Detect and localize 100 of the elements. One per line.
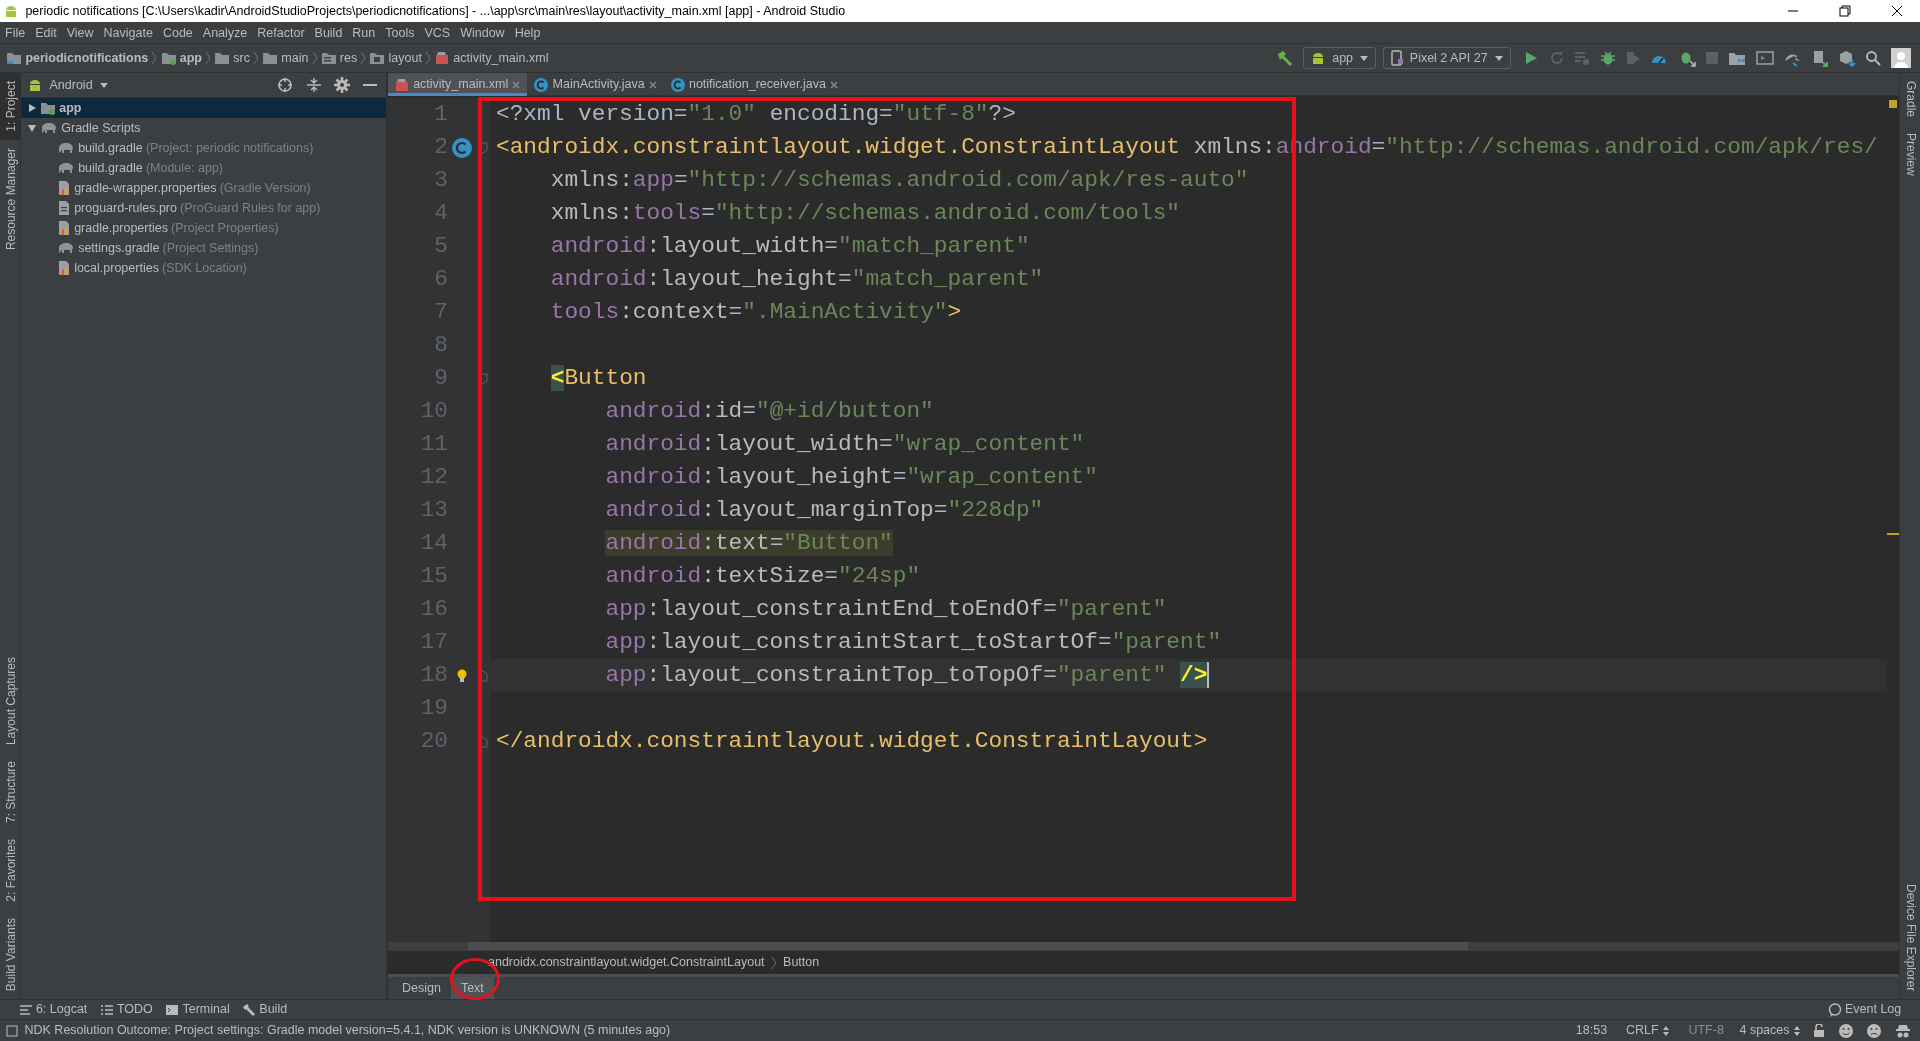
code-line: app:layout_constraintTop_toTopOf="parent" />	[605, 662, 1208, 688]
collapse-arrow-icon[interactable]	[27, 123, 37, 133]
menu-item[interactable]: Navigate	[98, 22, 158, 43]
tree-item-label: build.gradle	[78, 140, 143, 157]
breadcrumb-item[interactable]: Button	[783, 953, 820, 972]
encoding-selector[interactable]: UTF-8	[1688, 1021, 1724, 1040]
tool-window-tab[interactable]: Preview	[1900, 125, 1920, 184]
hide-icon[interactable]	[362, 83, 377, 87]
warning-marker[interactable]	[1889, 100, 1897, 108]
tree-item[interactable]: build.gradle (Module: app)	[21, 158, 386, 178]
avatar-icon[interactable]	[1890, 48, 1911, 68]
folder-icon[interactable]	[1728, 50, 1747, 66]
tree-item-label: gradle-wrapper.properties	[74, 180, 217, 197]
breadcrumb-item[interactable]: app	[179, 48, 202, 68]
tree-item-label: app	[59, 100, 82, 117]
chevron-icon	[770, 955, 777, 970]
tree-item-hint: (Gradle Version)	[219, 180, 311, 197]
code-line: <Button	[550, 365, 647, 391]
tree-item-hint: (Module: app)	[145, 160, 223, 177]
close-icon[interactable]	[1891, 5, 1903, 17]
hammer-icon	[242, 1002, 257, 1017]
tool-window-tab[interactable]: 7: Structure	[0, 753, 21, 832]
device-dropdown[interactable]: Pixel 2 API 27	[1382, 47, 1511, 69]
tree-item[interactable]: gradle-wrapper.properties (Gradle Version)	[21, 178, 386, 198]
tool-window-tab[interactable]: Gradle	[1900, 73, 1920, 126]
chevron-icon	[311, 51, 318, 65]
expand-arrow-icon[interactable]	[27, 103, 37, 113]
indent-selector[interactable]: 4 spaces	[1739, 1021, 1801, 1040]
menu-item[interactable]: View	[61, 22, 99, 43]
editor-tab[interactable]: MainActivity.java	[527, 73, 664, 96]
list-icon	[99, 1003, 114, 1016]
menu-item[interactable]: VCS	[419, 22, 456, 43]
editor-tab[interactable]: activity_main.xml	[388, 73, 528, 96]
tool-window-tab[interactable]: 2: Favorites	[0, 831, 21, 910]
tool-window-tab[interactable]: Build	[242, 1000, 288, 1019]
package-icon[interactable]	[1837, 49, 1856, 67]
tree-item[interactable]: app	[21, 98, 386, 118]
menu-item[interactable]: Edit	[30, 22, 62, 43]
square-icon[interactable]	[6, 1024, 19, 1037]
menu-item[interactable]: Analyze	[197, 22, 253, 43]
menu-item[interactable]: Tools	[380, 22, 420, 43]
highlight-marker[interactable]	[1887, 533, 1899, 535]
folder-icon	[262, 51, 279, 65]
inspector-icon[interactable]	[1894, 1022, 1911, 1039]
text-cursor	[1207, 662, 1210, 688]
line-separator-selector[interactable]: CRLF	[1625, 1021, 1670, 1040]
tree-item[interactable]: proguard-rules.pro (ProGuard Rules for app)	[21, 198, 386, 218]
restore-icon[interactable]	[1838, 5, 1851, 17]
folder-icon	[6, 51, 23, 65]
tool-window-tab[interactable]: TODO	[99, 1000, 153, 1019]
locate-icon[interactable]	[277, 77, 294, 93]
class-icon[interactable]	[451, 136, 473, 159]
tool-window-tab[interactable]: 1: Project	[0, 73, 21, 140]
hammer-icon[interactable]	[1275, 49, 1294, 67]
tool-window-tab[interactable]: Resource Manager	[0, 139, 21, 258]
collapse-icon[interactable]	[305, 77, 322, 93]
tree-item[interactable]: build.gradle (Project: periodic notifications)	[21, 138, 386, 158]
editor-tab[interactable]: notification_receiver.java	[663, 73, 845, 96]
menu-item[interactable]: Window	[455, 22, 510, 43]
breadcrumb-item[interactable]: androidx.constraintlayout.widget.ConstraintLayout	[488, 953, 765, 972]
debug-icon[interactable]	[1599, 50, 1616, 66]
code-line: <?xml version="1.0" encoding="utf-8"?>	[496, 101, 1016, 127]
lock-icon[interactable]	[1813, 1023, 1826, 1038]
lightbulb-icon[interactable]	[456, 668, 468, 683]
tool-window-tab[interactable]: Layout Captures	[0, 649, 21, 754]
breadcrumb-item[interactable]: res	[339, 48, 358, 68]
menu-item[interactable]: Code	[157, 22, 198, 43]
tool-window-tab[interactable]: Terminal	[165, 1000, 230, 1019]
menu-item[interactable]: File	[0, 22, 31, 43]
tree-item[interactable]: local.properties (SDK Location)	[21, 258, 386, 278]
folder-icon	[320, 51, 337, 65]
frown-icon[interactable]	[1866, 1022, 1883, 1039]
breadcrumb-item[interactable]: main	[281, 48, 309, 68]
caret-position[interactable]: 18:53	[1575, 1021, 1608, 1040]
tree-item[interactable]: settings.gradle (Project Settings)	[21, 238, 386, 258]
run-config-dropdown[interactable]: app	[1302, 47, 1377, 69]
code-line: android:id="@+id/button"	[605, 398, 934, 424]
smile-icon[interactable]	[1837, 1022, 1854, 1039]
tool-window-tab[interactable]: Event Log	[1827, 1000, 1902, 1019]
tree-item[interactable]: gradle.properties (Project Properties)	[21, 218, 386, 238]
view-tab[interactable]: Design	[392, 977, 451, 999]
search-icon[interactable]	[1865, 50, 1882, 66]
menu-item[interactable]: Build	[309, 22, 348, 43]
tool-window-tab[interactable]: 6: Logcat	[18, 1000, 88, 1019]
breadcrumb-item[interactable]: layout	[388, 48, 422, 68]
breadcrumb-item[interactable]: activity_main.xml	[453, 48, 549, 68]
settings-icon[interactable]	[334, 77, 351, 93]
breadcrumb-item[interactable]: src	[233, 48, 250, 68]
tool-window-tab[interactable]: Device File Explorer	[1900, 875, 1920, 999]
tree-item[interactable]: Gradle Scripts	[21, 118, 386, 138]
menu-item[interactable]: Help	[509, 22, 546, 43]
menu-item[interactable]: Refactor	[252, 22, 310, 43]
tool-window-tab[interactable]: Build Variants	[0, 909, 21, 999]
menu-item[interactable]: Run	[347, 22, 381, 43]
chevron-icon	[151, 51, 158, 65]
screen-icon[interactable]	[1755, 50, 1774, 66]
breadcrumb-item[interactable]: periodicnotifications	[25, 48, 149, 68]
window-title: periodic notifications [C:\Users\kadir\AndroidStudioProjects\periodicnotifications] - ...\app\src\main\res\layout\activity_main.xml [app] - Android Studio	[25, 2, 847, 20]
horizontal-scrollbar[interactable]	[468, 942, 1468, 950]
view-dropdown[interactable]: Android	[49, 75, 109, 95]
